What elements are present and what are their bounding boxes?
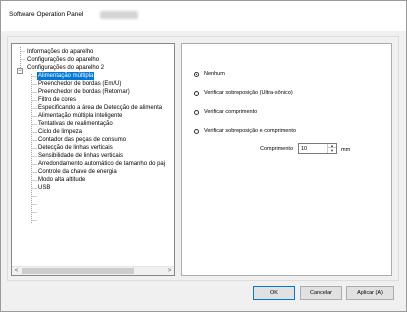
cancel-button[interactable]: Cancelar: [300, 286, 342, 300]
tree-item-device-settings-2[interactable]: Configurações do aparelho 2: [26, 64, 105, 72]
stepper-down-icon[interactable]: ▼: [328, 149, 336, 153]
radio-none[interactable]: Nenhum: [194, 70, 225, 78]
tree-item-color-filter[interactable]: Filtro de cores: [37, 96, 77, 104]
tree-item-paper-size-rounding[interactable]: Arredondamento automático de tamanho do …: [37, 160, 166, 168]
length-value[interactable]: 10: [301, 146, 307, 152]
radio-check-length[interactable]: Verificar comprimento: [194, 108, 257, 116]
radio-checked-icon[interactable]: [194, 71, 199, 77]
collapse-icon[interactable]: −: [17, 68, 23, 74]
tree-item-edge-filler-back[interactable]: Preenchedor de bordas (Retornar): [37, 88, 131, 96]
radio-check-overlap[interactable]: Verificar sobreposição (Ultra-sônico): [194, 89, 293, 97]
radio-check-overlap-and-length-label: Verificar sobreposição e comprimento: [204, 128, 297, 134]
radio-unchecked-icon[interactable]: [194, 128, 199, 134]
tree-item-high-altitude[interactable]: Modo alta altitude: [37, 176, 86, 184]
redacted-title-suffix: [100, 11, 138, 19]
settings-tree[interactable]: − Informações do aparelho Configurações …: [11, 43, 175, 276]
length-unit: mm: [341, 147, 351, 153]
radio-check-overlap-label: Verificar sobreposição (Ultra-sônico): [204, 90, 293, 96]
title-bar[interactable]: Software Operation Panel: [1, 1, 406, 31]
tree-item-retry-feeding[interactable]: Tentativas de realimentação: [37, 120, 114, 128]
tree-horizontal-scrollbar[interactable]: < >: [12, 266, 174, 275]
length-label: Comprimento: [260, 146, 294, 152]
scroll-thumb[interactable]: [22, 268, 134, 274]
radio-check-overlap-and-length[interactable]: Verificar sobreposição e comprimento: [194, 127, 296, 135]
tree-item-cleaning-cycle[interactable]: Ciclo de limpeza: [37, 128, 83, 136]
tree-item-multifeed[interactable]: Alimentação múltipla: [37, 72, 95, 80]
radio-check-length-label: Verificar comprimento: [204, 109, 258, 115]
tree-item-device-settings[interactable]: Configurações do aparelho: [26, 56, 100, 64]
radio-unchecked-icon[interactable]: [194, 109, 199, 115]
radio-unchecked-icon[interactable]: [194, 90, 199, 96]
stepper-buttons: ▲ ▼: [327, 144, 336, 153]
tree-item-device-info[interactable]: Informações do aparelho: [26, 48, 94, 56]
tree-item-detection-area[interactable]: Especificando a área de Detecção de alim…: [37, 104, 163, 112]
tree-item-streak-sensitivity[interactable]: Sensibilidade de linhas verticais: [37, 152, 124, 160]
apply-button[interactable]: Aplicar (A): [346, 286, 394, 300]
scroll-left-icon[interactable]: <: [12, 267, 21, 275]
length-stepper[interactable]: 10 ▲ ▼: [298, 143, 337, 154]
tree-item-smart-multifeed[interactable]: Alimentação múltipla inteligente: [37, 112, 123, 120]
tree-item-usb[interactable]: USB: [37, 184, 51, 192]
tree-item-edge-filler-front[interactable]: Preenchedor de bordas (Em/U): [37, 80, 122, 88]
tree-item-power-switch[interactable]: Controle da chave de energia: [37, 168, 118, 176]
ok-button[interactable]: OK: [253, 286, 295, 300]
radio-none-label: Nenhum: [204, 71, 225, 77]
tree-item-consumable-counter[interactable]: Contador das peças de consumo: [37, 136, 127, 144]
scroll-right-icon[interactable]: >: [165, 267, 174, 275]
tree-item-vertical-streaks[interactable]: Detecção de linhas verticais: [37, 144, 114, 152]
window-title: Software Operation Panel: [9, 11, 84, 18]
